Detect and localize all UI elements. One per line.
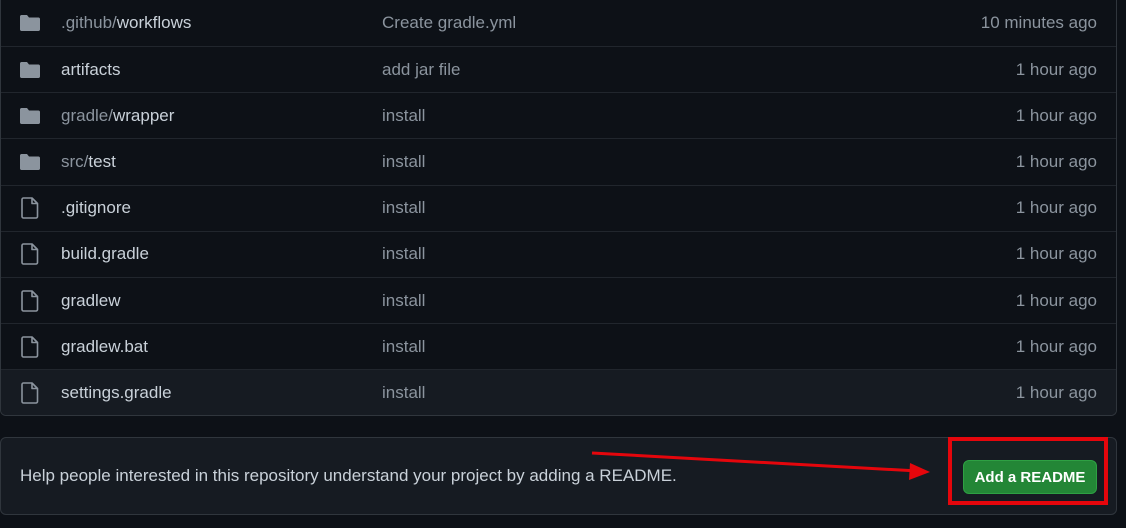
commit-message-link[interactable]: install <box>382 383 425 403</box>
file-leaf-part: workflows <box>116 13 192 32</box>
file-row[interactable]: src/test install 1 hour ago <box>1 138 1116 184</box>
file-leaf-part: artifacts <box>61 59 121 79</box>
file-name-link[interactable]: .github/workflows <box>61 13 191 33</box>
commit-message-link[interactable]: install <box>382 106 425 126</box>
file-row[interactable]: .gitignore install 1 hour ago <box>1 184 1116 231</box>
readme-banner: Help people interested in this repositor… <box>0 437 1117 515</box>
commit-message-link[interactable]: Create gradle.yml <box>382 13 516 33</box>
file-dir-part: gradle/ <box>61 105 113 125</box>
commit-time: 1 hour ago <box>1015 151 1097 171</box>
file-icon <box>19 335 41 358</box>
add-readme-button[interactable]: Add a README <box>963 460 1097 494</box>
file-name-link[interactable]: src/test <box>61 152 116 172</box>
file-row[interactable]: gradlew.bat install 1 hour ago <box>1 323 1116 369</box>
commit-message-link[interactable]: install <box>382 337 425 357</box>
commit-message-link[interactable]: install <box>382 198 425 218</box>
file-name-link[interactable]: build.gradle <box>61 244 149 264</box>
file-leaf-part: test <box>88 151 116 171</box>
file-list: .github/workflows Create gradle.yml 10 m… <box>0 0 1117 416</box>
commit-time: 1 hour ago <box>1015 336 1097 356</box>
folder-icon <box>19 106 41 126</box>
commit-message-link[interactable]: install <box>382 244 425 264</box>
file-leaf-part: .gitignore <box>61 198 131 218</box>
commit-time: 1 hour ago <box>1015 382 1097 402</box>
folder-icon <box>19 152 41 172</box>
file-row[interactable]: artifacts add jar file 1 hour ago <box>1 46 1116 92</box>
file-name-link[interactable]: settings.gradle <box>61 383 172 403</box>
file-row[interactable]: gradlew install 1 hour ago <box>1 276 1116 323</box>
commit-time: 1 hour ago <box>1015 198 1097 218</box>
folder-icon <box>19 13 41 33</box>
file-icon <box>19 243 41 266</box>
commit-message-link[interactable]: add jar file <box>382 60 460 80</box>
file-row[interactable]: settings.gradle install 1 hour ago <box>1 369 1116 415</box>
commit-time: 10 minutes ago <box>980 13 1097 32</box>
file-leaf-part: build.gradle <box>61 244 149 264</box>
file-leaf-part: wrapper <box>112 105 175 125</box>
commit-time: 1 hour ago <box>1015 105 1097 125</box>
file-row[interactable]: build.gradle install 1 hour ago <box>1 230 1116 277</box>
file-name-link[interactable]: artifacts <box>61 60 121 80</box>
file-leaf-part: gradlew.bat <box>61 336 148 356</box>
commit-time: 1 hour ago <box>1015 244 1097 264</box>
file-dir-part: .github/ <box>61 13 117 32</box>
file-name-link[interactable]: gradlew.bat <box>61 337 148 357</box>
file-dir-part: src/ <box>61 151 89 171</box>
folder-icon <box>19 60 41 80</box>
file-leaf-part: settings.gradle <box>61 382 172 402</box>
file-icon <box>19 382 41 404</box>
file-row[interactable]: .github/workflows Create gradle.yml 10 m… <box>1 0 1116 46</box>
file-row[interactable]: gradle/wrapper install 1 hour ago <box>1 92 1116 138</box>
file-icon <box>19 197 41 219</box>
file-name-link[interactable]: .gitignore <box>61 198 131 218</box>
file-icon <box>19 289 41 312</box>
file-name-link[interactable]: gradle/wrapper <box>61 106 174 126</box>
readme-prompt-text: Help people interested in this repositor… <box>20 466 677 485</box>
file-leaf-part: gradlew <box>61 290 121 310</box>
commit-message-link[interactable]: install <box>382 152 425 172</box>
commit-time: 1 hour ago <box>1015 290 1097 310</box>
commit-message-link[interactable]: install <box>382 291 425 311</box>
file-name-link[interactable]: gradlew <box>61 291 121 311</box>
commit-time: 1 hour ago <box>1015 59 1097 79</box>
repo-page: .github/workflows Create gradle.yml 10 m… <box>0 0 1126 528</box>
